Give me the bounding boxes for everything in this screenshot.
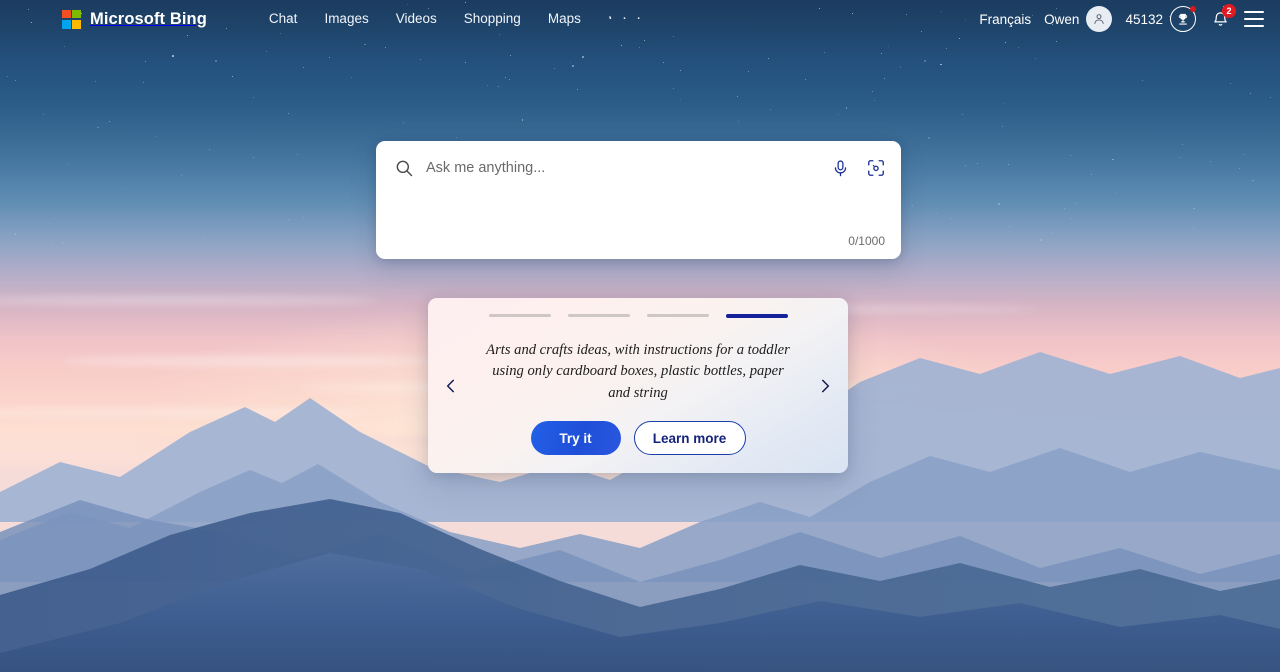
visual-search-camera-icon[interactable] — [865, 157, 887, 179]
bing-logo-link[interactable]: Microsoft Bing — [62, 9, 207, 29]
header-actions: Français Owen 45132 2 — [979, 0, 1264, 38]
chevron-left-icon — [446, 379, 454, 392]
brand-text: Microsoft Bing — [90, 9, 207, 28]
nav-item-images[interactable]: Images — [324, 12, 368, 26]
carousel-next-button[interactable] — [812, 371, 838, 401]
more-options-icon[interactable]: · · · — [608, 10, 644, 26]
primary-navigation: Chat Images Videos Shopping Maps · · · — [269, 10, 644, 26]
carousel-progress — [428, 314, 848, 318]
nav-item-videos[interactable]: Videos — [396, 12, 437, 26]
carousel-progress-bar-1[interactable] — [488, 314, 551, 317]
card-actions: Try it Learn more — [428, 421, 848, 455]
nav-item-shopping[interactable]: Shopping — [464, 12, 521, 26]
microsoft-logo-icon — [62, 9, 81, 29]
language-link[interactable]: Français — [979, 12, 1031, 27]
carousel-progress-bar-4[interactable] — [725, 314, 788, 318]
nav-item-chat[interactable]: Chat — [269, 12, 298, 26]
prompt-text: Arts and crafts ideas, with instructions… — [486, 342, 790, 401]
bing-homepage: Microsoft Bing Chat Images Videos Shoppi… — [0, 0, 1280, 672]
account-button[interactable]: Owen — [1044, 6, 1113, 32]
notifications-button[interactable]: 2 — [1209, 4, 1236, 31]
search-input-row — [376, 141, 901, 195]
learn-more-button[interactable]: Learn more — [633, 421, 746, 455]
chevron-right-icon — [822, 379, 830, 392]
search-box: 0/1000 — [376, 141, 901, 259]
rewards-alert-dot — [1190, 6, 1196, 12]
person-avatar-icon — [1086, 6, 1113, 32]
try-it-button[interactable]: Try it — [530, 421, 621, 455]
carousel-progress-bar-2[interactable] — [567, 314, 630, 317]
notifications-count-badge: 2 — [1222, 4, 1236, 18]
carousel-progress-bar-3[interactable] — [646, 314, 709, 317]
carousel-prev-button[interactable] — [438, 371, 464, 401]
site-header: Microsoft Bing Chat Images Videos Shoppi… — [0, 0, 1280, 38]
rewards-button[interactable]: 45132 — [1125, 6, 1196, 32]
search-input[interactable] — [426, 160, 829, 176]
hamburger-menu-icon[interactable] — [1244, 11, 1264, 27]
search-icon — [394, 158, 414, 178]
account-name: Owen — [1044, 11, 1080, 27]
search-actions — [829, 157, 887, 179]
microphone-icon[interactable] — [829, 157, 851, 179]
prompt-carousel-card: Arts and crafts ideas, with instructions… — [428, 298, 848, 473]
nav-item-maps[interactable]: Maps — [548, 12, 581, 26]
character-counter: 0/1000 — [848, 234, 885, 248]
trophy-rewards-icon — [1170, 6, 1196, 32]
rewards-points: 45132 — [1125, 11, 1163, 27]
